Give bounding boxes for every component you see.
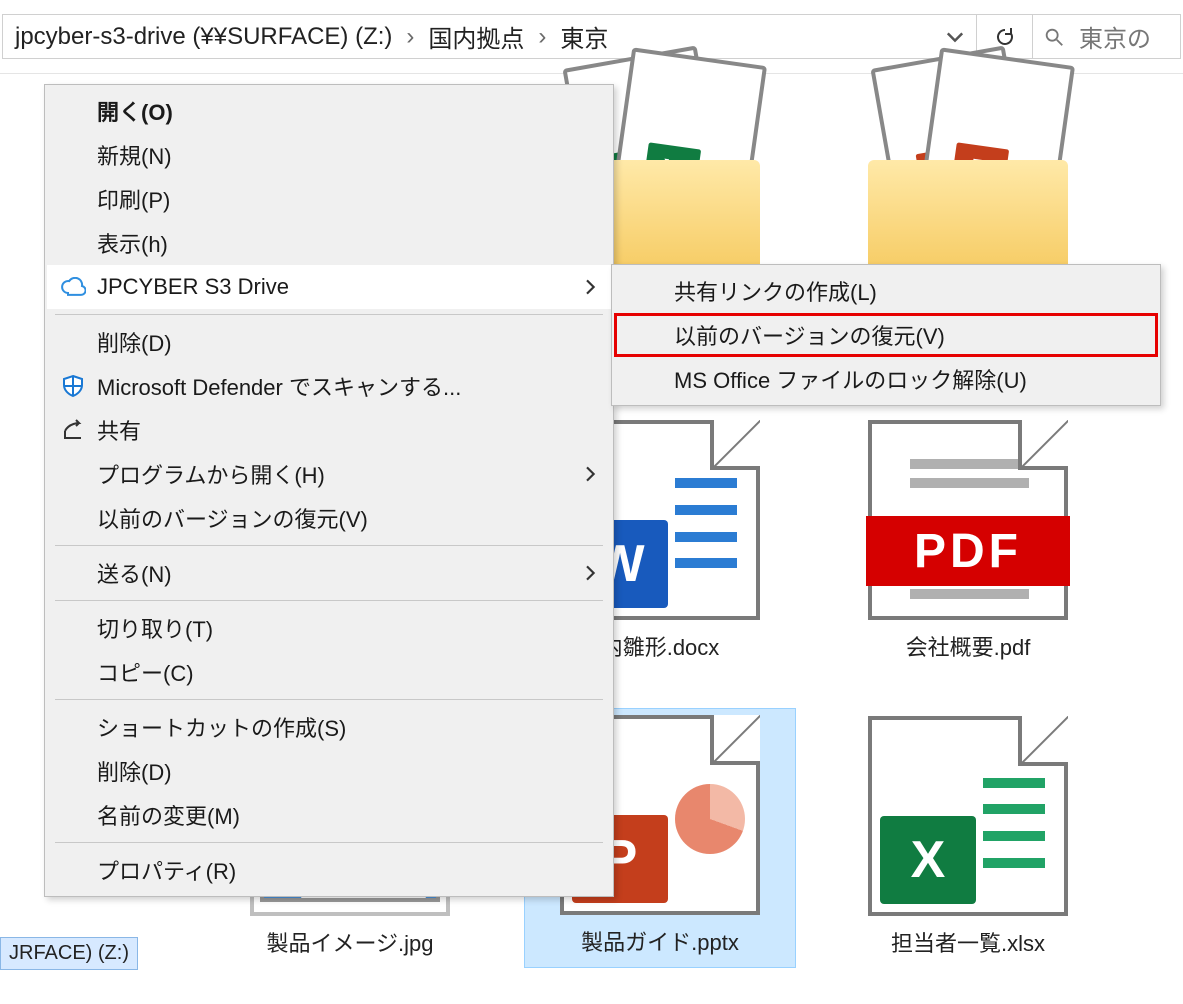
menu-jpcyber-s3-drive[interactable]: JPCYBER S3 Drive bbox=[47, 265, 611, 309]
breadcrumb-level2[interactable]: 東京 bbox=[556, 19, 612, 54]
menu-delete[interactable]: 削除(D) bbox=[47, 320, 611, 364]
nav-tree-tooltip: JRFACE) (Z:) bbox=[0, 937, 138, 970]
history-dropdown-button[interactable] bbox=[940, 28, 970, 46]
file-label: 担当者一覧.xlsx bbox=[838, 926, 1098, 958]
submenu-restore-previous-version[interactable]: 以前のバージョンの復元(V) bbox=[614, 313, 1158, 357]
menu-properties[interactable]: プロパティ(R) bbox=[47, 848, 611, 892]
submenu-create-share-link[interactable]: 共有リンクの作成(L) bbox=[614, 269, 1158, 313]
breadcrumb[interactable]: jpcyber-s3-drive (¥¥SURFACE) (Z:) › 国内拠点… bbox=[2, 14, 977, 59]
file-item-pdf[interactable]: PDF 会社概要.pdf bbox=[838, 420, 1098, 662]
file-label: 会社概要.pdf bbox=[838, 630, 1098, 662]
menu-print[interactable]: 印刷(P) bbox=[47, 177, 611, 221]
menu-restore-previous[interactable]: 以前のバージョンの復元(V) bbox=[47, 496, 611, 540]
shield-icon bbox=[59, 374, 87, 398]
file-label: 製品ガイド.pptx bbox=[525, 925, 795, 957]
chevron-down-icon bbox=[946, 28, 964, 46]
menu-view[interactable]: 表示(h) bbox=[47, 221, 611, 265]
context-submenu: 共有リンクの作成(L) 以前のバージョンの復元(V) MS Office ファイ… bbox=[611, 264, 1161, 406]
search-placeholder: 東京の bbox=[1079, 19, 1151, 54]
chevron-right-icon bbox=[585, 466, 597, 482]
search-icon bbox=[1043, 26, 1065, 48]
menu-new[interactable]: 新規(N) bbox=[47, 133, 611, 177]
menu-defender-scan[interactable]: Microsoft Defender でスキャンする... bbox=[47, 364, 611, 408]
breadcrumb-level1[interactable]: 国内拠点 bbox=[424, 19, 528, 54]
share-icon bbox=[59, 419, 87, 441]
menu-create-shortcut[interactable]: ショートカットの作成(S) bbox=[47, 705, 611, 749]
menu-delete[interactable]: 削除(D) bbox=[47, 749, 611, 793]
chevron-right-icon bbox=[585, 565, 597, 581]
breadcrumb-root[interactable]: jpcyber-s3-drive (¥¥SURFACE) (Z:) bbox=[11, 23, 396, 51]
cloud-icon bbox=[59, 277, 87, 297]
chevron-right-icon bbox=[585, 279, 597, 295]
file-item-xlsx[interactable]: 担当者一覧.xlsx bbox=[838, 716, 1098, 958]
context-menu: 開く(O) 新規(N) 印刷(P) 表示(h) JPCYBER S3 Drive… bbox=[44, 84, 614, 897]
chevron-right-icon: › bbox=[528, 23, 556, 51]
menu-open-with[interactable]: プログラムから開く(H) bbox=[47, 452, 611, 496]
menu-open[interactable]: 開く(O) bbox=[47, 89, 611, 133]
refresh-icon bbox=[993, 25, 1017, 49]
menu-send-to[interactable]: 送る(N) bbox=[47, 551, 611, 595]
menu-rename[interactable]: 名前の変更(M) bbox=[47, 793, 611, 837]
pdf-badge: PDF bbox=[866, 516, 1070, 586]
file-label: 製品イメージ.jpg bbox=[220, 926, 480, 958]
search-input[interactable]: 東京の bbox=[1033, 14, 1181, 59]
chevron-right-icon: › bbox=[396, 23, 424, 51]
menu-share[interactable]: 共有 bbox=[47, 408, 611, 452]
menu-copy[interactable]: コピー(C) bbox=[47, 650, 611, 694]
menu-cut[interactable]: 切り取り(T) bbox=[47, 606, 611, 650]
submenu-unlock-office-file[interactable]: MS Office ファイルのロック解除(U) bbox=[614, 357, 1158, 401]
